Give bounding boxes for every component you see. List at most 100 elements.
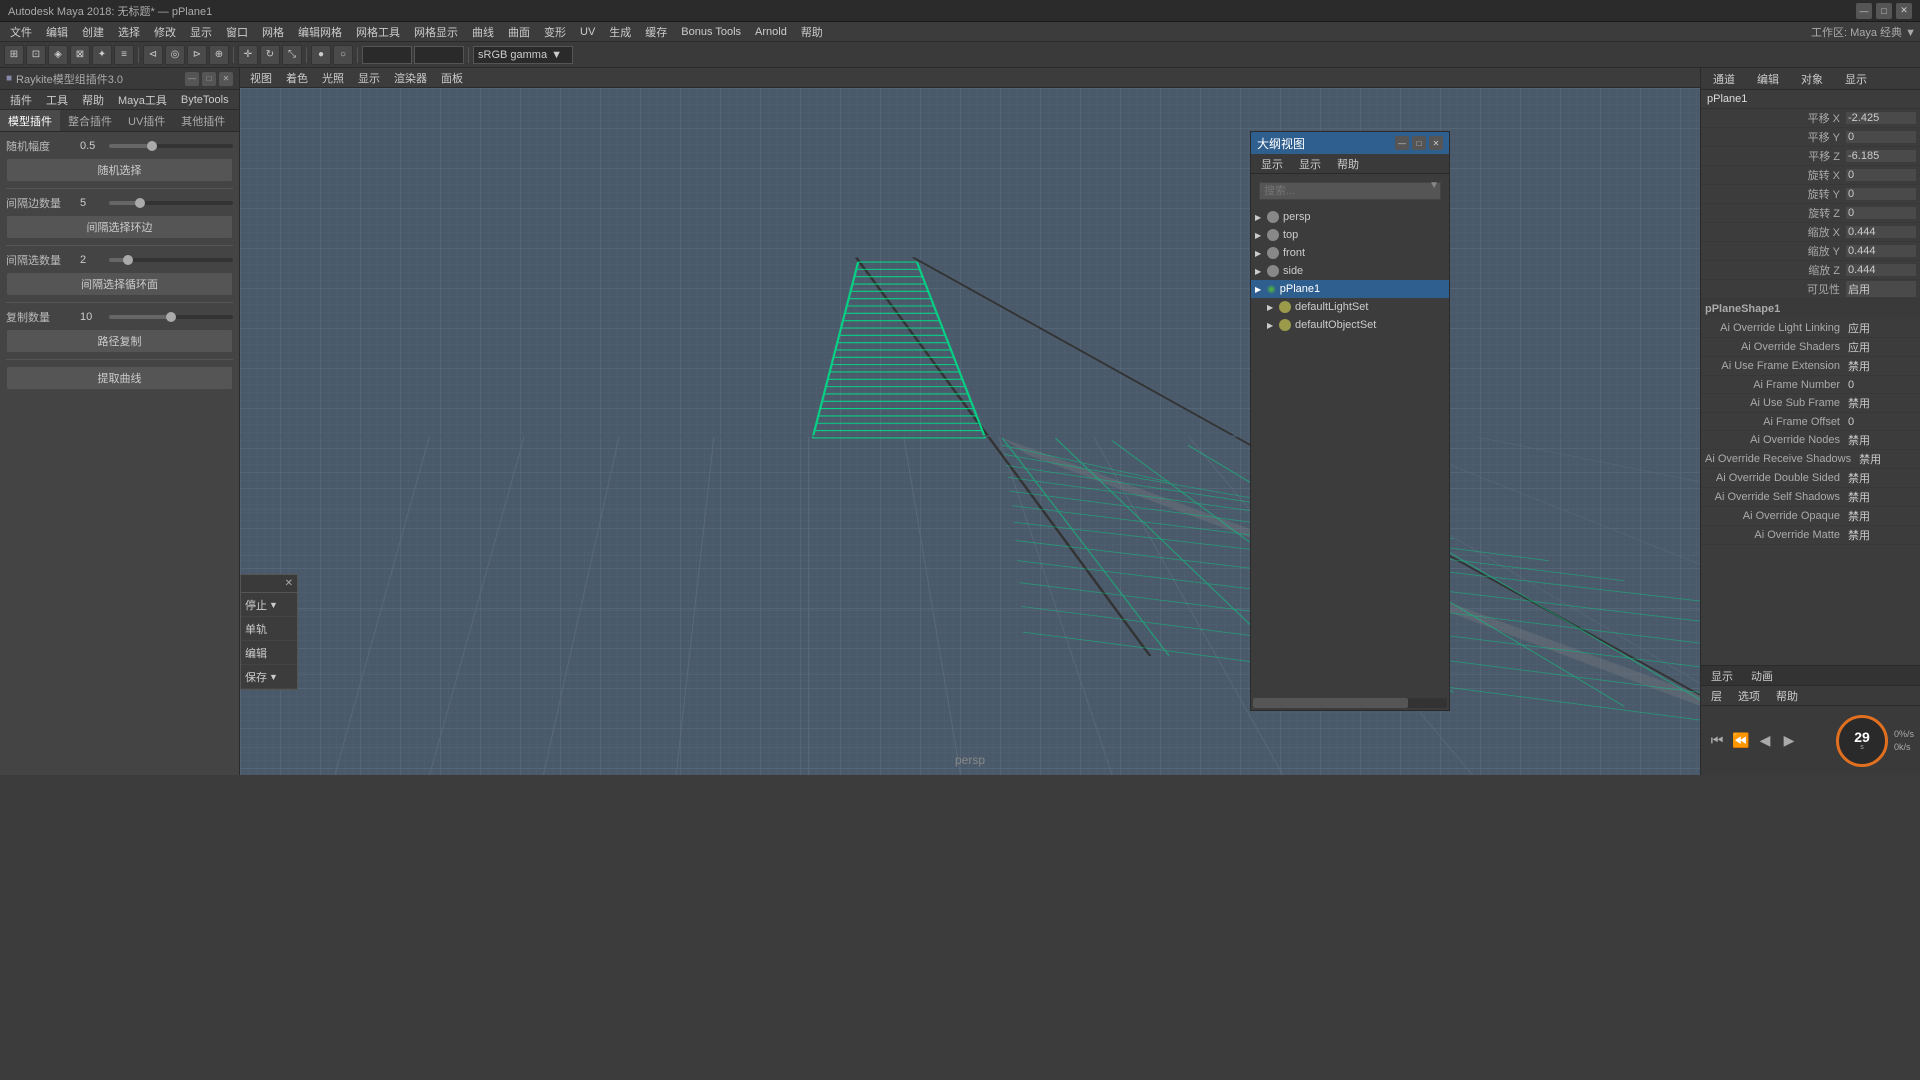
br-menu-display[interactable]: 显示 [1705, 666, 1739, 686]
slider-interval-edge[interactable] [109, 201, 233, 205]
menu-surfaces[interactable]: 曲面 [502, 22, 536, 42]
tool-btn-rotate[interactable]: ↻ [260, 45, 280, 65]
br-submenu-help[interactable]: 帮助 [1770, 686, 1804, 706]
plugin-menu-plugin[interactable]: 插件 [4, 90, 38, 110]
vp-menu-shade[interactable]: 着色 [280, 68, 314, 88]
outliner-search[interactable] [1259, 182, 1441, 200]
ol-item-front[interactable]: ▶ front [1251, 244, 1449, 262]
menu-create[interactable]: 创建 [76, 22, 110, 42]
slider-duplicate[interactable] [109, 315, 233, 319]
fp-btn-stop[interactable]: 停止 ▼ [241, 593, 297, 617]
ol-item-default-obj[interactable]: ▶ defaultObjectSet [1251, 316, 1449, 334]
gamma-dropdown-icon[interactable]: ▼ [551, 49, 562, 61]
menu-help[interactable]: 帮助 [795, 22, 829, 42]
menu-cache[interactable]: 缓存 [639, 22, 673, 42]
br-submenu-option[interactable]: 选项 [1732, 686, 1766, 706]
ol-item-top[interactable]: ▶ top [1251, 226, 1449, 244]
tool-btn-9[interactable]: ⊳ [187, 45, 207, 65]
menu-modify[interactable]: 修改 [148, 22, 182, 42]
ol-item-default-light[interactable]: ▶ defaultLightSet [1251, 298, 1449, 316]
plugin-win-btns[interactable]: — □ ✕ [185, 72, 233, 86]
vp-menu-light[interactable]: 光照 [316, 68, 350, 88]
btn-interval-face[interactable]: 间隔选择循环面 [6, 272, 233, 296]
plugin-menu-tools[interactable]: 工具 [40, 90, 74, 110]
minimize-btn[interactable]: — [1856, 3, 1872, 19]
br-menu-anim[interactable]: 动画 [1745, 666, 1779, 686]
plugin-menu-maya[interactable]: Maya工具 [112, 90, 173, 110]
menu-mesh[interactable]: 网格 [256, 22, 290, 42]
menu-bonus-tools[interactable]: Bonus Tools [675, 24, 747, 40]
vp-menu-renderer[interactable]: 渲染器 [388, 68, 433, 88]
menu-edit[interactable]: 编辑 [40, 22, 74, 42]
attr-value-sx[interactable]: 0.444 [1846, 226, 1916, 238]
menu-arnold[interactable]: Arnold [749, 24, 793, 40]
tab-uv-plugin[interactable]: UV插件 [120, 110, 173, 131]
menu-select[interactable]: 选择 [112, 22, 146, 42]
close-btn[interactable]: ✕ [1896, 3, 1912, 19]
tool-btn-10[interactable]: ⊕ [209, 45, 229, 65]
tool-btn-11[interactable]: ● [311, 45, 331, 65]
menu-mesh-tools[interactable]: 网格工具 [350, 22, 406, 42]
attr-value-tz[interactable]: -6.185 [1846, 150, 1916, 162]
attr-value-sz[interactable]: 0.444 [1846, 264, 1916, 276]
attr-value-tx[interactable]: -2.425 [1846, 112, 1916, 124]
outliner-minimize[interactable]: — [1395, 136, 1409, 150]
slider-interval-face[interactable] [109, 258, 233, 262]
menu-edit-mesh[interactable]: 编辑网格 [292, 22, 348, 42]
btn-path-duplicate[interactable]: 路径复制 [6, 329, 233, 353]
vp-menu-show[interactable]: 显示 [352, 68, 386, 88]
menu-mesh-display[interactable]: 网格显示 [408, 22, 464, 42]
tool-btn-6[interactable]: ≡ [114, 45, 134, 65]
attr-value-vis[interactable]: 启用 [1846, 281, 1916, 297]
tool-btn-move[interactable]: ✛ [238, 45, 258, 65]
menu-display[interactable]: 显示 [184, 22, 218, 42]
btn-interval-edge[interactable]: 间隔选择环边 [6, 215, 233, 239]
vp-menu-view[interactable]: 视图 [244, 68, 278, 88]
attr-value-rx[interactable]: 0 [1846, 169, 1916, 181]
fp-stop-dropdown[interactable]: ▼ [269, 600, 278, 610]
workspace-label[interactable]: 工作区: Maya 经典 ▼ [1811, 24, 1916, 40]
outliner-win-btns[interactable]: — □ ✕ [1395, 136, 1443, 150]
vp-menu-panel[interactable]: 面板 [435, 68, 469, 88]
rp-display[interactable]: 显示 [1839, 69, 1873, 89]
rp-object[interactable]: 对象 [1795, 69, 1829, 89]
playback-prev-frame[interactable]: ◀ [1755, 732, 1775, 749]
tool-btn-8[interactable]: ◎ [165, 45, 185, 65]
playback-next-frame[interactable]: ▶ [1779, 732, 1799, 749]
outliner-scrollbar[interactable] [1253, 698, 1447, 708]
btn-extract-curve[interactable]: 提取曲线 [6, 366, 233, 390]
fp-btn-save[interactable]: 保存 ▼ [241, 665, 297, 689]
attr-value-rz[interactable]: 0 [1846, 207, 1916, 219]
fp-btn-single[interactable]: 单轨 [241, 617, 297, 641]
tab-other-plugin[interactable]: 其他插件 [173, 110, 233, 131]
rp-channel[interactable]: 通道 [1707, 69, 1741, 89]
ol-menu-display1[interactable]: 显示 [1255, 154, 1289, 174]
value-input-2[interactable]: 1.00 [414, 46, 464, 64]
menu-deform[interactable]: 变形 [538, 22, 572, 42]
menu-curves[interactable]: 曲线 [466, 22, 500, 42]
attr-value-sy[interactable]: 0.444 [1846, 245, 1916, 257]
plugin-minimize[interactable]: — [185, 72, 199, 86]
tool-btn-1[interactable]: ⊞ [4, 45, 24, 65]
rp-edit[interactable]: 编辑 [1751, 69, 1785, 89]
tool-btn-scale[interactable]: ⤡ [282, 45, 302, 65]
btn-random-select[interactable]: 随机选择 [6, 158, 233, 182]
value-input-1[interactable]: 0.00 [362, 46, 412, 64]
tool-btn-3[interactable]: ◈ [48, 45, 68, 65]
ol-menu-help[interactable]: 帮助 [1331, 154, 1365, 174]
menu-generate[interactable]: 生成 [603, 22, 637, 42]
window-controls[interactable]: — □ ✕ [1856, 3, 1912, 19]
plugin-menu-byte[interactable]: ByteTools [175, 92, 235, 108]
ol-item-side[interactable]: ▶ side [1251, 262, 1449, 280]
playback-prev[interactable]: ⏪ [1731, 732, 1751, 749]
menu-window[interactable]: 窗口 [220, 22, 254, 42]
tool-btn-12[interactable]: ○ [333, 45, 353, 65]
menu-uv[interactable]: UV [574, 24, 601, 40]
ol-item-persp[interactable]: ▶ persp [1251, 208, 1449, 226]
outliner-close[interactable]: ✕ [1429, 136, 1443, 150]
viewport[interactable]: persp [240, 88, 1700, 775]
fp-btn-edit[interactable]: 编辑 [241, 641, 297, 665]
tool-btn-4[interactable]: ⊠ [70, 45, 90, 65]
plugin-close[interactable]: ✕ [219, 72, 233, 86]
tool-btn-5[interactable]: ✦ [92, 45, 112, 65]
